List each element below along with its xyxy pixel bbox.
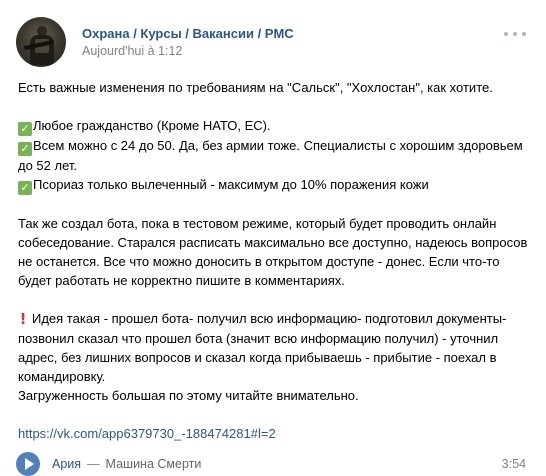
track-artist-link[interactable]: Ария bbox=[52, 457, 81, 471]
track-title: Машина Смерти bbox=[105, 457, 202, 471]
check-mark-icon: ✓ bbox=[18, 122, 32, 136]
more-dot bbox=[513, 32, 517, 36]
idea-paragraph: ! Идея такая - прошел бота- получил всю и… bbox=[18, 310, 507, 384]
more-dot bbox=[522, 32, 526, 36]
more-dot bbox=[504, 32, 508, 36]
wall-post: Охрана / Курсы / Вакансии / PMC Aujourd'… bbox=[0, 0, 546, 476]
track-info: Ария — Машина Смерти bbox=[52, 457, 201, 471]
author-avatar[interactable] bbox=[16, 17, 66, 67]
audio-attachment: Ария — Машина Смерти 3:54 bbox=[16, 452, 528, 476]
check-mark-icon: ✓ bbox=[18, 142, 32, 156]
play-icon[interactable] bbox=[16, 452, 40, 476]
check-mark-icon: ✓ bbox=[18, 181, 32, 195]
requirement-age: ✓ Всем можно с 24 до 50. Да, без армии то… bbox=[18, 138, 523, 173]
more-horizontal-icon[interactable] bbox=[504, 27, 526, 41]
workload-line: Загруженность большая по этому читайте в… bbox=[18, 388, 359, 403]
requirement-health: ✓ Псориаз только вылеченный - максимум до… bbox=[18, 175, 530, 195]
author-name-link[interactable]: Охрана / Курсы / Вакансии / PMC bbox=[82, 26, 294, 41]
track-duration: 3:54 bbox=[501, 457, 526, 471]
bot-paragraph: Так же создал бота, пока в тестовом режи… bbox=[18, 216, 528, 288]
post-intro-line: Есть важные изменения по требованиям на … bbox=[18, 80, 493, 95]
track-separator: — bbox=[87, 457, 100, 471]
bot-app-link[interactable]: https://vk.com/app6379730_-188474281#l=2 bbox=[18, 426, 276, 441]
post-timestamp-link[interactable]: Aujourd'hui à 1:12 bbox=[82, 44, 182, 58]
exclamation-icon: ! bbox=[19, 310, 27, 328]
requirement-citizenship: ✓ Любое гражданство (Кроме НАТО, ЕС). bbox=[18, 116, 530, 136]
post-text: Есть важные изменения по требованиям на … bbox=[18, 78, 530, 443]
